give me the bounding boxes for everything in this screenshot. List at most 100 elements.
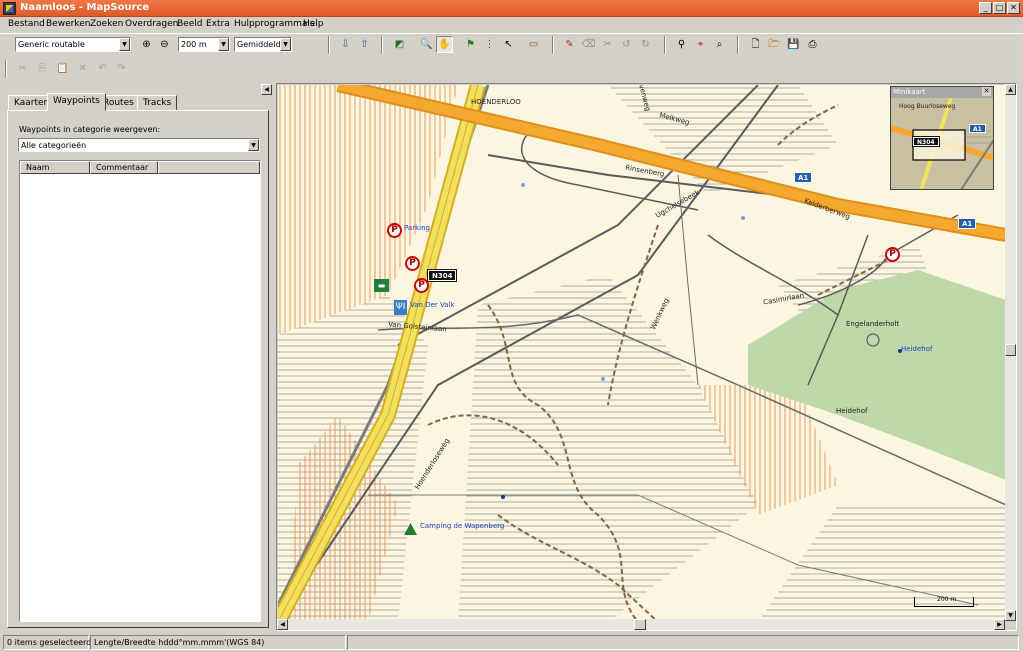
find-icon[interactable]: ⚲ bbox=[673, 36, 690, 53]
column-header-empty bbox=[158, 161, 260, 174]
zoom-out-icon[interactable]: ⊖ bbox=[156, 36, 173, 53]
column-header-commentaar[interactable]: Commentaar bbox=[90, 161, 158, 174]
mapsource-app-icon bbox=[3, 2, 16, 15]
chevron-down-icon: ▼ bbox=[248, 139, 259, 151]
parking-icon[interactable]: P bbox=[405, 256, 420, 271]
erase-track-icon[interactable]: ⌫ bbox=[580, 36, 597, 53]
selection-status: 0 items geselecteerd bbox=[3, 635, 91, 650]
waypoint-label[interactable]: Heidehof bbox=[901, 345, 932, 353]
category-select-value: Alle categorieën bbox=[21, 141, 87, 150]
zoom-tool-icon[interactable]: 🔍 bbox=[418, 36, 435, 53]
status-bar: 0 items geselecteerd Lengte/Breedte hddd… bbox=[0, 633, 1023, 652]
toolbar: Generic routable ▼ ⊕ ⊖ 200 m ▼ Gemiddeld… bbox=[0, 33, 1023, 83]
hand-tool-icon[interactable]: ✋ bbox=[436, 36, 453, 53]
map-view[interactable]: HOENDERLOO Heuvenweg Melkweg Rinsenberg … bbox=[276, 83, 1017, 631]
parking-icon[interactable]: P bbox=[414, 278, 429, 293]
find-address-icon[interactable]: ⌕ bbox=[711, 36, 728, 53]
category-label: Waypoints in categorie weergeven: bbox=[19, 125, 161, 134]
scroll-down-icon[interactable]: ▼ bbox=[1005, 610, 1016, 621]
menu-help[interactable]: Help bbox=[303, 19, 324, 29]
waypoint-tool-icon[interactable]: ⚑ bbox=[462, 36, 479, 53]
minimize-button[interactable]: _ bbox=[979, 2, 992, 14]
restaurant-icon[interactable]: ΨΙ bbox=[394, 300, 407, 315]
tab-waypoints[interactable]: Waypoints bbox=[47, 93, 106, 111]
trackback-icon[interactable]: ↻ bbox=[637, 36, 654, 53]
scroll-up-icon[interactable]: ▲ bbox=[1005, 84, 1016, 95]
new-document-icon[interactable]: 🗋 bbox=[747, 36, 764, 53]
product-select-value: Generic routable bbox=[18, 40, 85, 49]
scale-label: 200 m bbox=[937, 596, 957, 603]
delete-icon[interactable]: ✕ bbox=[74, 60, 91, 77]
print-icon[interactable]: ⎙ bbox=[804, 36, 821, 53]
draw-track-icon[interactable]: ✎ bbox=[561, 36, 578, 53]
minimap-a1-shield: A1 bbox=[969, 124, 986, 133]
toolbar-separator bbox=[381, 36, 383, 54]
cut-icon[interactable]: ✂ bbox=[14, 60, 31, 77]
maximize-button[interactable]: □ bbox=[993, 2, 1006, 14]
menu-beeld[interactable]: Beeld bbox=[177, 19, 202, 29]
paste-icon[interactable]: 📋 bbox=[54, 60, 71, 77]
a1-shield: A1 bbox=[958, 218, 977, 229]
menu-extra[interactable]: Extra bbox=[206, 19, 230, 29]
map-horizontal-scrollbar[interactable]: ◀ ▶ bbox=[277, 619, 1005, 630]
parking-icon[interactable]: P bbox=[387, 223, 402, 238]
find-nearby-icon[interactable]: ⌖ bbox=[692, 36, 709, 53]
menu-bestand[interactable]: Bestand bbox=[8, 19, 45, 29]
minimap-close-icon[interactable]: ✕ bbox=[982, 87, 991, 96]
category-select[interactable]: Alle categorieën ▼ bbox=[18, 138, 260, 152]
divide-track-icon[interactable]: ✂ bbox=[599, 36, 616, 53]
undo-icon[interactable]: ↶ bbox=[94, 60, 111, 77]
minimap[interactable]: Minikaart ✕ Hoog Buurloseweg N304 A1 bbox=[890, 86, 994, 190]
menu-bar: Bestand Bewerken Zoeken Overdragen Beeld… bbox=[0, 17, 1023, 33]
open-folder-icon[interactable]: 🗁 bbox=[766, 36, 783, 53]
receive-from-device-icon[interactable]: ⇩ bbox=[337, 36, 354, 53]
zoom-level-value: 200 m bbox=[181, 40, 207, 49]
redo-icon[interactable]: ↷ bbox=[113, 60, 130, 77]
detail-select[interactable]: Gemiddeld ▼ bbox=[234, 37, 292, 52]
hotel-icon[interactable]: ▬ bbox=[374, 279, 389, 292]
left-panel: ◀ Kaarten Waypoints Routes Tracks Waypoi… bbox=[4, 83, 272, 631]
scroll-thumb[interactable] bbox=[1005, 344, 1016, 356]
waypoint-label[interactable]: Parking bbox=[404, 224, 430, 232]
scroll-thumb[interactable] bbox=[634, 619, 646, 630]
map-canvas[interactable]: HOENDERLOO Heuvenweg Melkweg Rinsenberg … bbox=[278, 85, 1006, 622]
toolbar-separator bbox=[552, 36, 554, 54]
map-vertical-scrollbar[interactable]: ▲ ▼ bbox=[1005, 84, 1016, 621]
map-tool-icon[interactable]: ◩ bbox=[391, 36, 408, 53]
status-pane-empty bbox=[347, 635, 1019, 650]
scroll-right-icon[interactable]: ▶ bbox=[994, 619, 1005, 630]
send-to-device-icon[interactable]: ⇧ bbox=[356, 36, 373, 53]
scroll-left-icon[interactable]: ◀ bbox=[277, 619, 288, 630]
minimap-graphics bbox=[891, 98, 993, 189]
chevron-down-icon: ▼ bbox=[119, 38, 130, 51]
close-button[interactable]: ✕ bbox=[1007, 2, 1020, 14]
copy-icon[interactable]: ⎘ bbox=[34, 60, 51, 77]
road-label: Engelanderholt bbox=[846, 320, 900, 328]
route-tool-icon[interactable]: ⋮ bbox=[481, 36, 498, 53]
parking-icon[interactable]: P bbox=[885, 247, 900, 262]
waypoint-list[interactable]: Naam Commentaar bbox=[19, 160, 261, 622]
column-header-naam[interactable]: Naam bbox=[20, 161, 90, 174]
menu-bewerken[interactable]: Bewerken bbox=[46, 19, 90, 29]
waypoint-label[interactable]: Van Der Valk bbox=[410, 301, 455, 309]
menu-zoeken[interactable]: Zoeken bbox=[90, 19, 123, 29]
product-select[interactable]: Generic routable ▼ bbox=[15, 37, 131, 52]
select-tool-icon[interactable]: ↖ bbox=[500, 36, 517, 53]
toolbar-separator bbox=[5, 60, 7, 78]
tab-tracks[interactable]: Tracks bbox=[137, 95, 178, 111]
zoom-in-icon[interactable]: ⊕ bbox=[138, 36, 155, 53]
toolbar-separator bbox=[737, 36, 739, 54]
distance-tool-icon[interactable]: ▭ bbox=[525, 36, 542, 53]
save-icon[interactable]: 💾 bbox=[785, 36, 802, 53]
collapse-panel-icon[interactable]: ◀ bbox=[261, 84, 272, 95]
road-label: Heidehof bbox=[836, 407, 868, 415]
place-label: HOENDERLOO bbox=[471, 98, 521, 106]
minimap-title-text: Minikaart bbox=[893, 88, 926, 96]
menu-overdragen[interactable]: Overdragen bbox=[125, 19, 178, 29]
minimap-title: Minikaart ✕ bbox=[891, 87, 993, 98]
a1-shield: A1 bbox=[794, 172, 813, 183]
toolbar-separator bbox=[664, 36, 666, 54]
zoom-level-select[interactable]: 200 m ▼ bbox=[178, 37, 230, 52]
join-track-icon[interactable]: ↺ bbox=[618, 36, 635, 53]
waypoint-label[interactable]: Camping de Wapenberg bbox=[420, 522, 504, 530]
